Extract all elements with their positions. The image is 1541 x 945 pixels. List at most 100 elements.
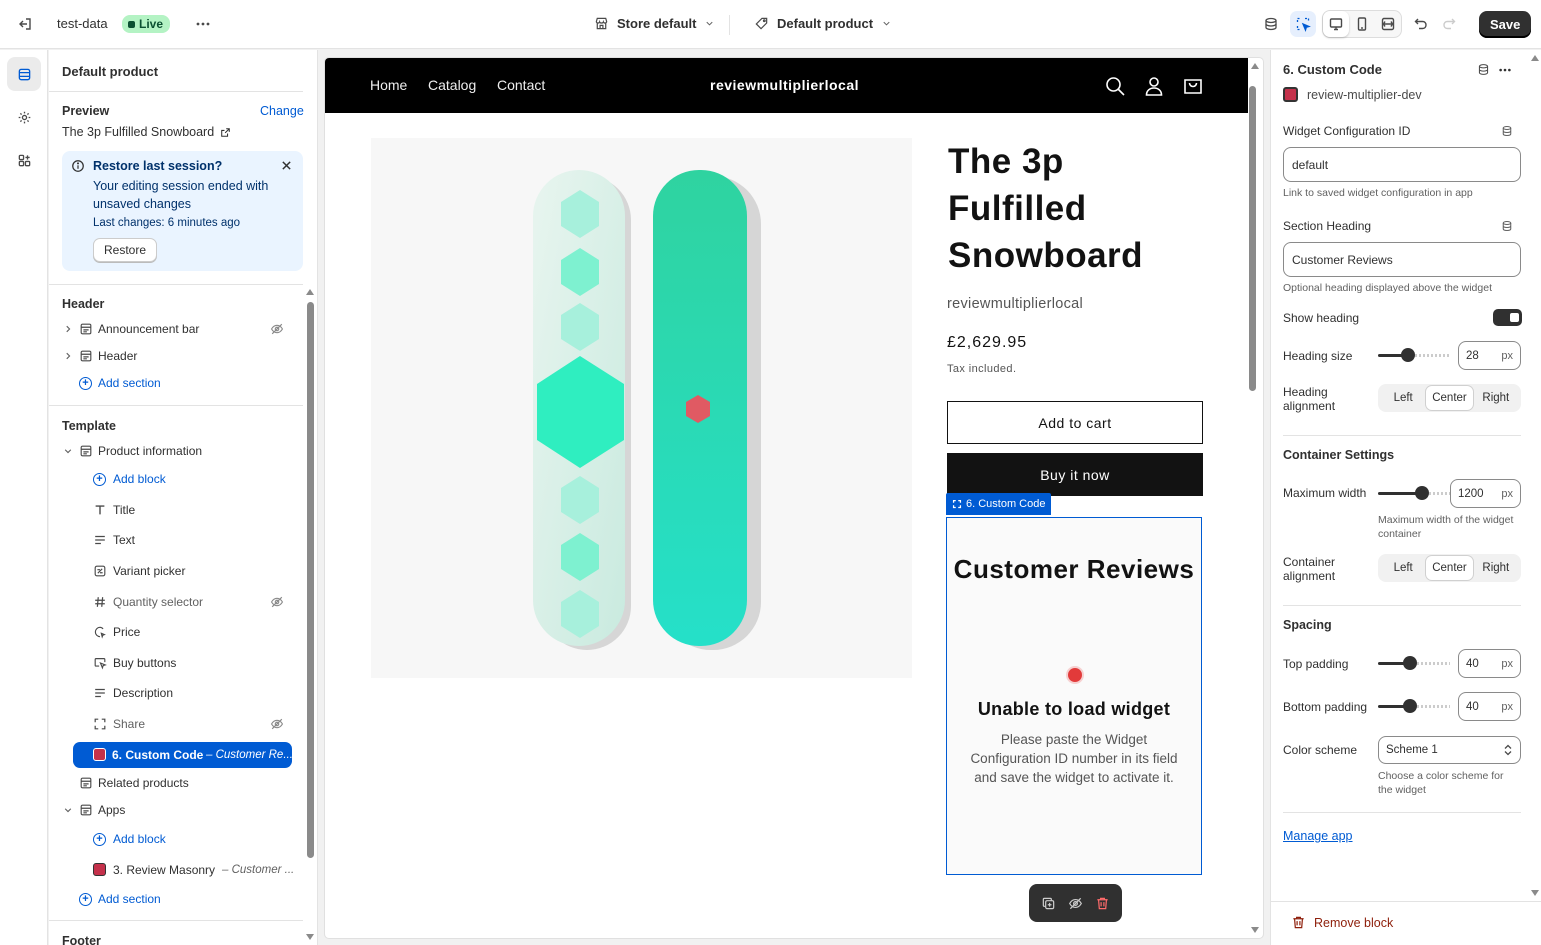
preview-scrollbar[interactable] [1249, 86, 1256, 391]
align-left-option[interactable]: Left [1380, 556, 1426, 580]
add-block-apps[interactable]: + Add block [49, 826, 303, 852]
eye-hidden-icon[interactable] [270, 322, 284, 336]
top-padding-slider[interactable] [1378, 655, 1450, 671]
app-embed-icon[interactable] [1258, 11, 1284, 37]
add-to-cart-button[interactable]: Add to cart [947, 401, 1203, 444]
tree-item-header[interactable]: Header [49, 343, 303, 369]
apps-icon[interactable] [7, 143, 41, 177]
settings-gear-icon[interactable] [7, 100, 41, 134]
align-left-option[interactable]: Left [1380, 386, 1426, 410]
chevron-down-icon[interactable] [63, 446, 73, 456]
add-block-product[interactable]: + Add block [49, 466, 303, 492]
template-selector[interactable]: Default product [754, 16, 892, 31]
cart-icon[interactable] [1182, 74, 1204, 96]
block-title[interactable]: Title [49, 497, 303, 523]
tree-item-apps[interactable]: Apps [49, 797, 303, 823]
section-heading-input[interactable]: Customer Reviews [1283, 242, 1521, 277]
custom-code-widget[interactable]: Customer Reviews Unable to load widget P… [946, 517, 1202, 875]
show-heading-toggle[interactable] [1493, 309, 1522, 326]
redo-icon[interactable] [1436, 11, 1462, 37]
unit-label: px [1501, 487, 1513, 500]
block-description[interactable]: Description [49, 680, 303, 706]
inspector-icon[interactable] [1290, 11, 1316, 37]
exit-icon[interactable] [12, 11, 38, 37]
slider-knob[interactable] [1401, 348, 1415, 362]
block-variant-picker[interactable]: Variant picker [49, 558, 303, 584]
add-section-template[interactable]: + Add section [49, 886, 303, 912]
nav-link-catalog[interactable]: Catalog [428, 77, 476, 93]
heading-size-slider[interactable] [1378, 347, 1450, 363]
add-section-header[interactable]: + Add section [49, 370, 303, 396]
store-selector[interactable]: Store default [594, 16, 715, 31]
align-center-option[interactable]: Center [1426, 386, 1473, 410]
align-right-option[interactable]: Right [1473, 386, 1519, 410]
dynamic-source-icon[interactable] [1501, 125, 1513, 137]
duplicate-icon[interactable] [1041, 896, 1056, 911]
manage-app-link[interactable]: Manage app [1283, 829, 1353, 843]
block-label-suffix: – Customer Re... [206, 749, 293, 761]
slider-knob[interactable] [1403, 656, 1417, 670]
widget-config-input[interactable]: default [1283, 147, 1521, 182]
nav-link-contact[interactable]: Contact [497, 77, 545, 93]
block-price[interactable]: Price [49, 619, 303, 645]
top-padding-input[interactable]: 40 px [1458, 649, 1521, 678]
account-icon[interactable] [1143, 75, 1165, 97]
tree-item-announcement-bar[interactable]: Announcement bar [49, 316, 303, 342]
eye-hidden-icon[interactable] [270, 717, 284, 731]
change-preview-link[interactable]: Change [260, 104, 304, 118]
eye-hidden-icon[interactable] [270, 595, 284, 609]
store-brand[interactable]: reviewmultiplierlocal [710, 77, 859, 93]
align-right-option[interactable]: Right [1473, 556, 1519, 580]
heading-size-input[interactable]: 28 px [1458, 341, 1521, 370]
buy-now-button[interactable]: Buy it now [947, 453, 1203, 496]
selected-block-tag[interactable]: 6. Custom Code [946, 493, 1052, 515]
block-review-masonry[interactable]: 3. Review Masonry – Customer ... [49, 857, 303, 883]
remove-block-bar: Remove block [1271, 901, 1541, 945]
product-image[interactable] [371, 138, 912, 678]
scroll-up-arrow-icon[interactable] [1250, 62, 1260, 70]
nav-link-home[interactable]: Home [370, 77, 407, 93]
desktop-icon[interactable] [1323, 11, 1349, 37]
undo-icon[interactable] [1408, 11, 1434, 37]
scroll-up-arrow-icon[interactable] [1530, 54, 1540, 62]
align-center-option[interactable]: Center [1426, 556, 1473, 580]
block-custom-code-selected[interactable]: 6. Custom Code – Customer Re... [73, 742, 293, 768]
search-icon[interactable] [1104, 75, 1126, 97]
chevron-right-icon[interactable] [63, 324, 73, 334]
more-actions-icon[interactable] [1498, 63, 1512, 77]
save-button[interactable]: Save [1479, 11, 1532, 38]
slider-knob[interactable] [1415, 486, 1429, 500]
block-buy-buttons[interactable]: Buy buttons [49, 650, 303, 676]
text-lines-icon [95, 688, 105, 698]
mobile-icon[interactable] [1349, 11, 1375, 37]
bottom-padding-input[interactable]: 40 px [1458, 692, 1521, 721]
block-quantity-selector[interactable]: Quantity selector [49, 589, 303, 615]
dynamic-source-icon[interactable] [1501, 220, 1513, 232]
more-actions-icon[interactable] [190, 11, 216, 37]
close-icon[interactable] [280, 159, 293, 172]
block-text[interactable]: Text [49, 527, 303, 553]
tree-item-related-products[interactable]: Related products [49, 770, 303, 796]
restore-button[interactable]: Restore [93, 238, 158, 262]
scroll-down-arrow-icon[interactable] [1530, 889, 1540, 897]
scroll-up-arrow-icon[interactable] [305, 288, 315, 296]
preview-product[interactable]: The 3p Fulfilled Snowboard [62, 125, 231, 139]
scroll-down-arrow-icon[interactable] [305, 933, 315, 941]
sections-icon[interactable] [7, 57, 41, 91]
max-width-slider[interactable] [1378, 485, 1450, 501]
bottom-padding-slider[interactable] [1378, 698, 1450, 714]
eye-hidden-icon[interactable] [1068, 896, 1083, 911]
panel-scrollbar[interactable] [307, 302, 314, 858]
full-width-icon[interactable] [1375, 11, 1401, 37]
remove-block-button[interactable]: Remove block [1291, 915, 1393, 930]
max-width-input[interactable]: 1200 px [1450, 479, 1521, 508]
chevron-down-icon[interactable] [63, 805, 73, 815]
tree-item-product-information[interactable]: Product information [49, 438, 303, 464]
dynamic-source-icon[interactable] [1477, 63, 1490, 76]
color-scheme-select[interactable]: Scheme 1 [1378, 736, 1521, 764]
scroll-down-arrow-icon[interactable] [1250, 926, 1260, 934]
trash-icon[interactable] [1095, 896, 1110, 911]
slider-knob[interactable] [1403, 699, 1417, 713]
chevron-right-icon[interactable] [63, 351, 73, 361]
block-share[interactable]: Share [49, 711, 303, 737]
